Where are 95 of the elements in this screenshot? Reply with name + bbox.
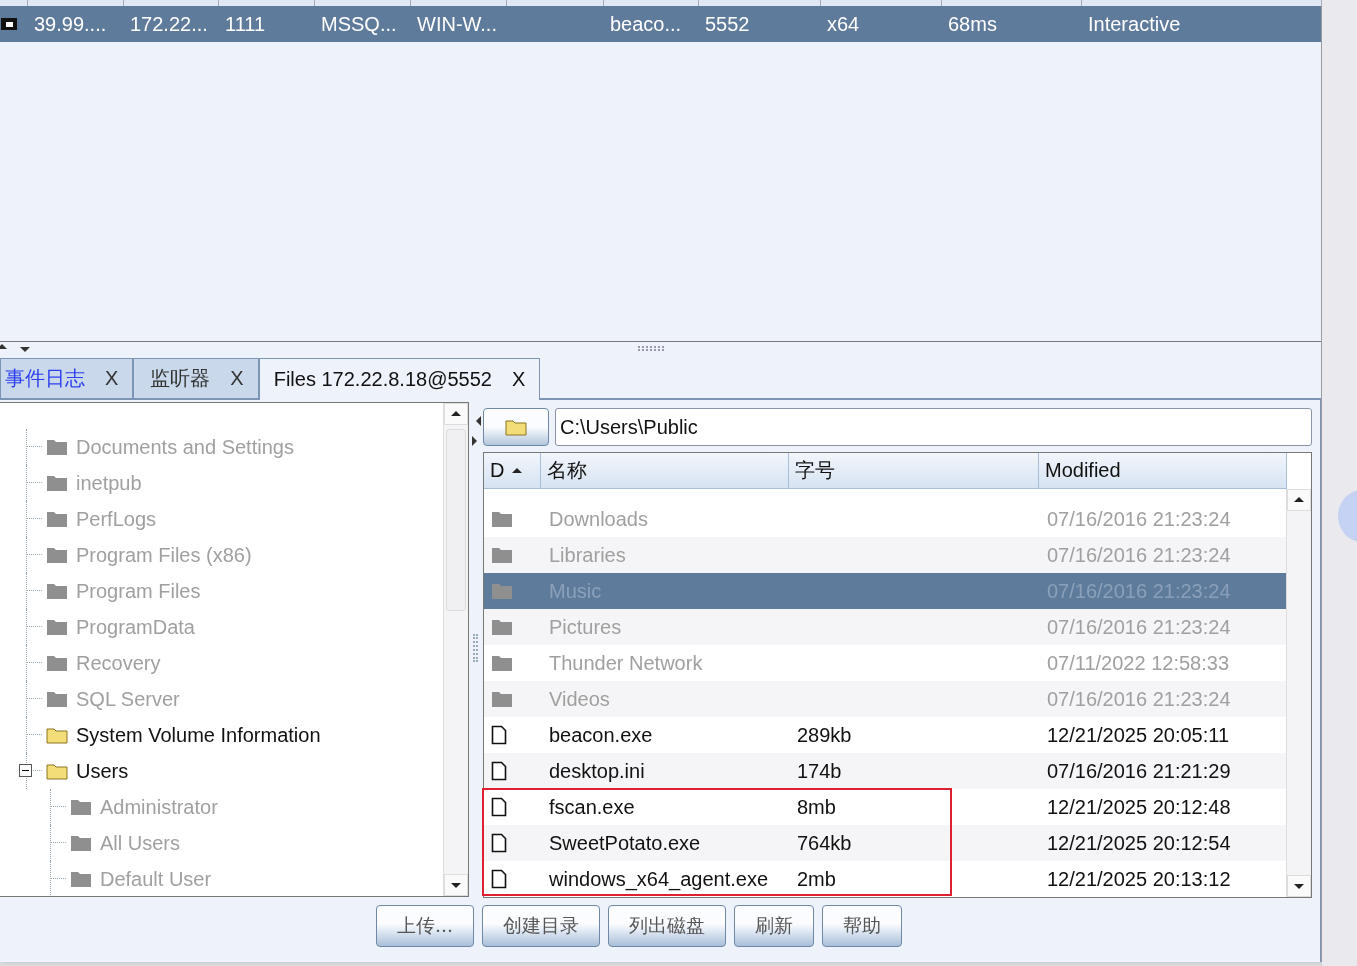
action-button[interactable]: 创建目录	[482, 905, 601, 947]
splitter-grip-icon[interactable]	[473, 634, 478, 662]
tab[interactable]: 事件日志 X	[0, 358, 134, 398]
folder-icon	[491, 654, 513, 672]
file-row[interactable]: desktop.ini 174b 07/16/2016 21:21:29	[484, 753, 1286, 789]
table-cell: 07/16/2016 21:23:24	[1047, 543, 1231, 567]
scroll-up-icon[interactable]	[444, 403, 468, 425]
file-icon	[491, 833, 507, 853]
action-button[interactable]: 帮助	[822, 905, 903, 947]
table-cell: 172.22...	[130, 12, 208, 35]
file-icon	[491, 761, 507, 781]
table-cell: Videos	[549, 687, 610, 711]
close-tab-button[interactable]: X	[511, 368, 526, 391]
table-cell: 12/21/2025 20:12:54	[1047, 831, 1231, 855]
table-cell: MSSQ...	[321, 12, 397, 35]
folder-icon	[46, 690, 68, 708]
tree-item[interactable]: System Volume Information	[76, 723, 321, 747]
table-cell: 8mb	[797, 795, 836, 819]
table-cell: Downloads	[549, 507, 648, 531]
tab[interactable]: Files 172.22.8.18@5552 X	[258, 358, 541, 400]
column-header[interactable]: D	[484, 453, 541, 488]
table-cell: 07/11/2022 12:58:33	[1047, 651, 1230, 675]
close-tab-button[interactable]: X	[105, 367, 119, 390]
scrollbar[interactable]	[443, 403, 468, 896]
table-cell: 07/16/2016 21:23:24	[1047, 507, 1231, 531]
table-cell: beacon.exe	[549, 723, 653, 747]
file-icon	[491, 725, 507, 745]
tab-label[interactable]: Files 172.22.8.18@5552	[273, 368, 492, 391]
folder-icon	[46, 726, 68, 744]
file-icon	[491, 797, 507, 817]
file-row[interactable]: SweetPotato.exe 764kb 12/21/2025 20:12:54	[484, 825, 1286, 861]
tree-item[interactable]: Users	[76, 759, 129, 783]
collapse-icon[interactable]	[19, 764, 32, 777]
table-cell: 07/16/2016 21:21:29	[1047, 759, 1231, 783]
folder-icon	[46, 546, 68, 564]
table-cell: windows_x64_agent.exe	[549, 867, 769, 891]
scroll-thumb[interactable]	[446, 429, 466, 611]
table-cell: 12/21/2025 20:13:12	[1047, 867, 1231, 891]
folder-icon	[491, 690, 513, 708]
folder-icon	[46, 618, 68, 636]
table-cell: Interactive	[1088, 12, 1181, 35]
table-cell: 12/21/2025 20:05:11	[1047, 723, 1230, 747]
table-cell: 289kb	[797, 723, 852, 747]
folder-icon	[46, 438, 68, 456]
tab[interactable]: 监听器 X	[133, 358, 259, 398]
folder-icon	[46, 582, 68, 600]
folder-icon	[491, 546, 513, 564]
close-tab-button[interactable]: X	[230, 367, 244, 390]
folder-icon	[491, 582, 513, 600]
table-cell: desktop.ini	[549, 759, 645, 783]
table-cell: 12/21/2025 20:12:48	[1047, 795, 1231, 819]
table-cell: Pictures	[549, 615, 622, 639]
table-cell: Thunder Network	[549, 651, 703, 675]
table-cell: SweetPotato.exe	[549, 831, 701, 855]
table-cell: 07/16/2016 21:23:24	[1047, 615, 1231, 639]
folder-icon	[70, 798, 92, 816]
table-cell: 07/16/2016 21:23:24	[1047, 687, 1231, 711]
table-cell: fscan.exe	[549, 795, 635, 819]
splitter-grip-icon[interactable]	[638, 346, 664, 351]
computer-icon	[1, 18, 17, 30]
tab-label[interactable]: 事件日志	[5, 365, 85, 392]
folder-icon	[70, 870, 92, 888]
table-cell: 1111	[225, 12, 266, 35]
table-cell: Libraries	[549, 543, 626, 567]
column-header[interactable]: Modified	[1039, 453, 1287, 488]
session-row[interactable]: 39.99.... 172.22... 1111 MSSQ... WIN-W... beaco... 5552 x64 68ms Interactive	[0, 6, 1321, 42]
action-button[interactable]: 上传...	[376, 905, 475, 947]
table-cell: 764kb	[797, 831, 852, 855]
tab-label[interactable]: 监听器	[150, 365, 211, 392]
folder-icon	[70, 834, 92, 852]
table-cell: 39.99....	[34, 12, 107, 35]
scroll-down-icon[interactable]	[444, 874, 468, 896]
folder-icon	[46, 762, 68, 780]
scroll-down-icon[interactable]	[1287, 875, 1311, 897]
column-header[interactable]: 字号	[789, 453, 1039, 488]
table-cell: 2mb	[797, 867, 836, 891]
file-icon	[491, 869, 507, 889]
folder-icon	[491, 510, 513, 528]
folder-icon	[46, 654, 68, 672]
scrollbar[interactable]	[1286, 489, 1311, 897]
table-cell: 68ms	[948, 12, 997, 35]
table-cell: beaco...	[610, 12, 682, 35]
folder-icon	[46, 474, 68, 492]
scroll-up-icon[interactable]	[1287, 489, 1311, 511]
action-button[interactable]: 列出磁盘	[608, 905, 727, 947]
table-cell: x64	[827, 12, 860, 35]
folder-icon	[505, 418, 527, 436]
column-header[interactable]: 名称	[541, 453, 789, 488]
path-field[interactable]: C:\Users\Public	[555, 408, 1312, 446]
table-cell: WIN-W...	[417, 12, 497, 35]
folder-icon	[491, 618, 513, 636]
action-button[interactable]: 刷新	[734, 905, 815, 947]
table-cell: 174b	[797, 759, 842, 783]
folder-icon	[46, 510, 68, 528]
table-cell: 5552	[705, 12, 750, 35]
